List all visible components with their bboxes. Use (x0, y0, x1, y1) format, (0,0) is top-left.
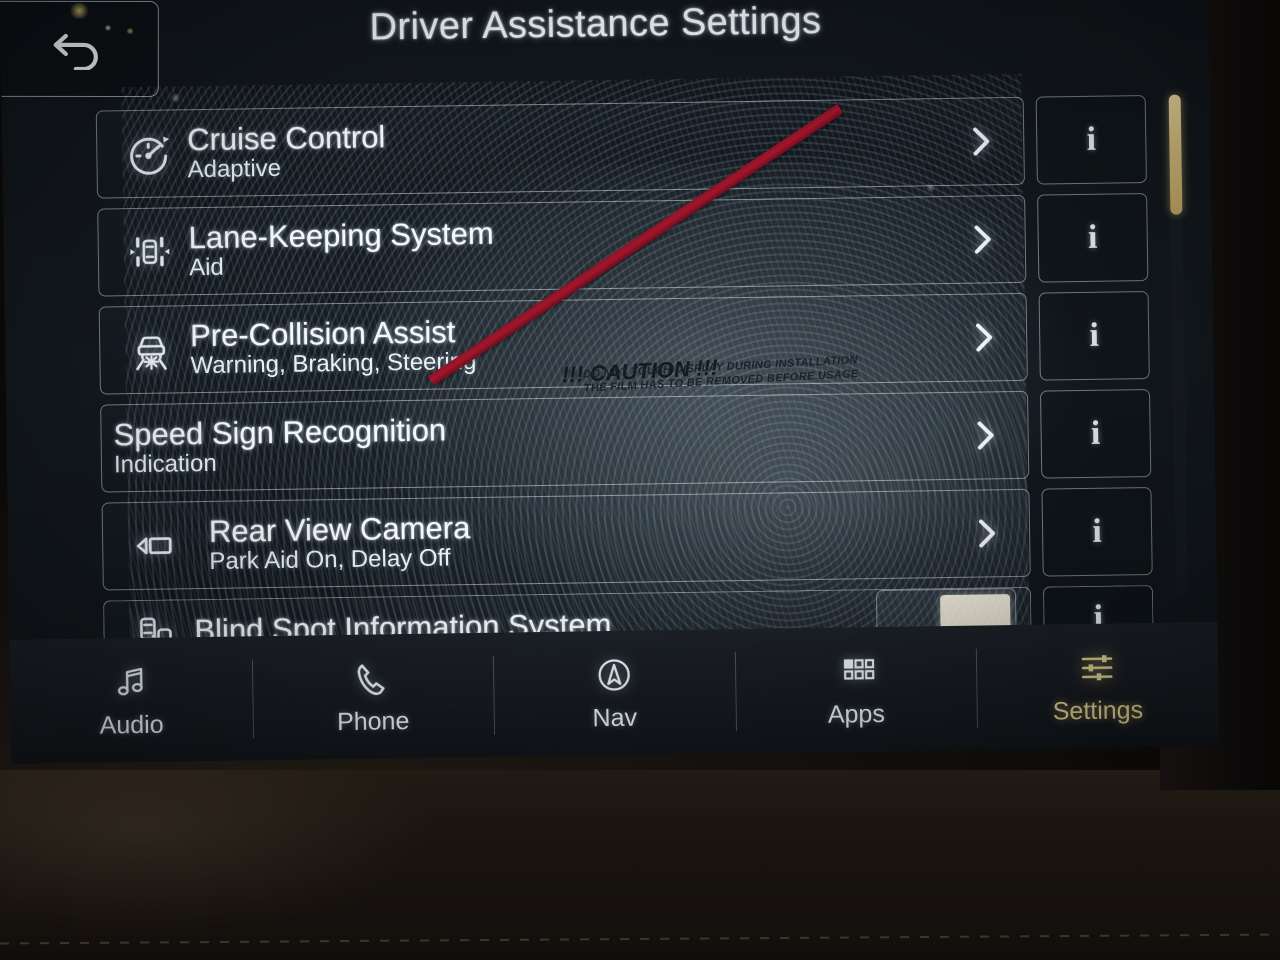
pre-collision-icon (118, 319, 185, 380)
nav-item-settings[interactable]: Settings (976, 623, 1219, 750)
chevron-right-icon[interactable] (959, 515, 1016, 552)
screen-surface: Driver Assistance Settings Cruise Contro… (0, 0, 1220, 764)
nav-item-nav[interactable]: Nav (493, 630, 736, 757)
info-button[interactable]: i (1039, 388, 1152, 479)
row-text: Rear View Camera Park Aid On, Delay Off (187, 503, 960, 575)
lane-keeping-icon (116, 221, 183, 282)
info-button[interactable]: i (1037, 193, 1149, 283)
nav-label: Phone (336, 707, 410, 737)
rear-view-camera-icon (121, 515, 188, 576)
list-item[interactable]: Lane-Keeping System Aid i (97, 193, 1149, 297)
row-lane-keeping-system[interactable]: Lane-Keeping System Aid (97, 194, 1027, 297)
navigation-compass-icon (594, 654, 635, 697)
dashboard-surface (0, 770, 1280, 960)
row-text: Speed Sign Recognition Indication (107, 405, 958, 478)
nav-item-phone[interactable]: Phone (251, 634, 494, 761)
nav-item-apps[interactable]: Apps (734, 627, 977, 754)
apps-grid-icon (835, 650, 876, 693)
nav-label: Apps (827, 699, 886, 729)
scrollbar-thumb[interactable] (1168, 94, 1183, 215)
nav-label: Audio (99, 710, 164, 740)
phone-handset-icon (352, 657, 393, 700)
row-text: Lane-Keeping System Aid (182, 209, 955, 281)
chevron-right-icon[interactable] (957, 417, 1014, 454)
cruise-control-gauge-icon (115, 123, 182, 184)
chevron-right-icon[interactable] (954, 221, 1011, 258)
sliders-settings-icon (1077, 647, 1118, 690)
info-button[interactable]: i (1038, 290, 1150, 381)
bottom-navigation-bar: Audio Phone Nav Apps Settings (9, 622, 1220, 764)
scrollbar[interactable] (1168, 94, 1188, 594)
nav-label: Nav (592, 703, 638, 733)
nav-item-audio[interactable]: Audio (10, 637, 253, 764)
lens-speck (169, 93, 182, 103)
list-item[interactable]: Rear View Camera Park Aid On, Delay Off … (101, 486, 1153, 591)
info-button[interactable]: i (1035, 95, 1147, 185)
page-title: Driver Assistance Settings (369, 0, 822, 49)
info-button[interactable]: i (1041, 486, 1153, 577)
row-speed-sign-recognition[interactable]: Speed Sign Recognition Indication (100, 390, 1030, 493)
row-cruise-control[interactable]: Cruise Control Adaptive (95, 96, 1025, 199)
row-rear-view-camera[interactable]: Rear View Camera Park Aid On, Delay Off (101, 488, 1031, 591)
music-note-icon (111, 661, 152, 704)
list-item[interactable]: Cruise Control Adaptive i (95, 95, 1147, 199)
row-text: Cruise Control Adaptive (181, 111, 954, 183)
nav-label: Settings (1052, 696, 1144, 726)
list-item[interactable]: Speed Sign Recognition Indication i (100, 388, 1152, 493)
chevron-right-icon[interactable] (953, 123, 1010, 160)
infotainment-display: Driver Assistance Settings Cruise Contro… (0, 0, 1220, 764)
chevron-right-icon[interactable] (956, 319, 1013, 356)
photo-scene: Driver Assistance Settings Cruise Contro… (0, 0, 1280, 960)
